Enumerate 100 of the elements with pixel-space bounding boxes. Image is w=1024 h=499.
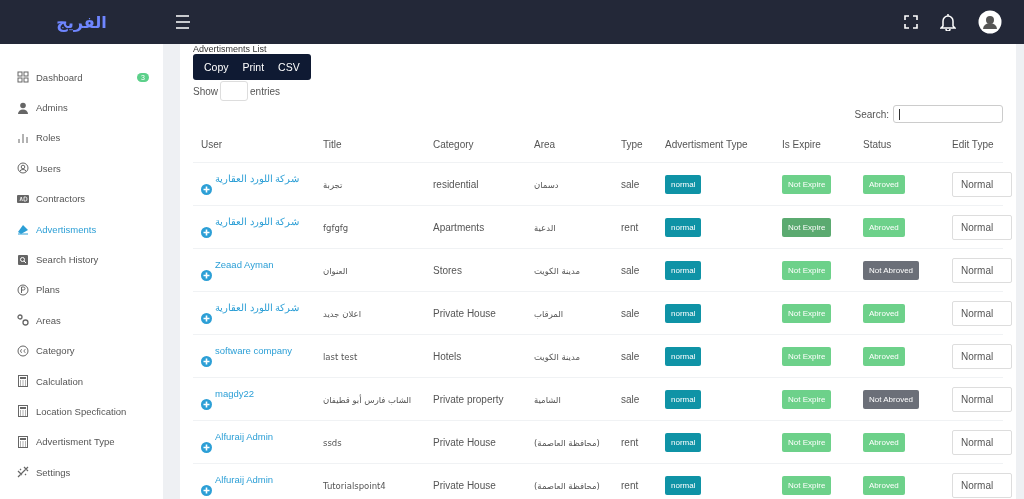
expand-icon[interactable] — [201, 442, 212, 453]
status-tag: Abroved — [863, 432, 905, 452]
expand-icon[interactable] — [201, 184, 212, 195]
table-cell: Apartments — [433, 221, 485, 233]
column-header[interactable]: Area — [534, 139, 556, 150]
type-tag: normal — [665, 432, 702, 452]
column-header[interactable]: Title — [323, 139, 342, 150]
expand-icon[interactable] — [201, 485, 212, 496]
status-tag: Abroved — [863, 303, 905, 323]
sidebar-item[interactable]: Advertisment Type — [0, 426, 163, 458]
column-header[interactable]: Advertisment Type — [665, 139, 748, 150]
ad-icon — [17, 192, 29, 205]
sidebar-item[interactable]: Users — [0, 153, 163, 184]
edit-type-field[interactable]: Normal — [952, 343, 1012, 369]
table-cell: مدينة الكويت — [534, 265, 580, 276]
table-cell: Stores — [433, 264, 462, 276]
table-cell: ssds — [323, 437, 342, 448]
status-tag: Abroved — [863, 475, 905, 495]
type-tag: normal — [665, 174, 702, 194]
sidebar-item[interactable]: Admins — [0, 92, 163, 123]
expire-tag: Not Expire — [782, 432, 832, 452]
table-cell: اعلان جديد — [323, 308, 361, 319]
type-tag: normal — [665, 475, 702, 495]
expand-icon[interactable] — [201, 313, 212, 324]
table-cell: fgfgfg — [323, 222, 349, 233]
table-cell: rent — [621, 221, 639, 233]
table-cell: (محافظة العاصمة) — [534, 437, 600, 448]
expire-tag: Not Expire — [782, 260, 832, 280]
table-cell: الشاب فارس أبو قطيفان — [323, 394, 412, 405]
table-cell: rent — [621, 436, 639, 448]
table-cell: sale — [621, 264, 640, 276]
sidebar-item[interactable]: Settings — [0, 457, 163, 488]
edit-type-field[interactable]: Normal — [952, 171, 1012, 197]
expand-icon[interactable] — [201, 399, 212, 410]
table-cell: دسمان — [534, 179, 559, 190]
search-label: Search: — [854, 108, 889, 120]
edit-type-field[interactable]: Normal — [952, 257, 1012, 283]
table-cell: Private House — [433, 479, 496, 491]
table-cell: sale — [621, 307, 640, 319]
search-field[interactable] — [893, 105, 1003, 123]
table-cell: Hotels — [433, 350, 462, 362]
show-label: Show — [193, 85, 218, 97]
edit-type-field[interactable]: Normal — [952, 429, 1012, 455]
calculator-icon — [17, 375, 29, 388]
column-header[interactable]: Status — [863, 139, 892, 150]
table-cell: المرقاب — [534, 308, 564, 319]
edit-type-field[interactable]: Normal — [952, 472, 1012, 498]
status-tag: Abroved — [863, 217, 905, 237]
type-tag: normal — [665, 389, 702, 409]
table-cell: Private House — [433, 307, 496, 319]
column-header[interactable]: User — [201, 139, 223, 150]
expand-icon[interactable] — [201, 356, 212, 367]
calculator-icon — [17, 405, 29, 418]
search-doc-icon — [17, 253, 29, 266]
bars-icon — [17, 131, 29, 144]
expand-icon[interactable] — [201, 270, 212, 281]
sidebar-item[interactable]: Category — [0, 335, 163, 366]
table-cell: Tutorialspoint4 — [323, 480, 386, 491]
sidebar-item[interactable]: Location Specfication — [0, 396, 163, 427]
expire-tag: Not Expire — [782, 475, 832, 495]
table-cell: Private property — [433, 393, 504, 405]
p-circle-icon — [17, 283, 29, 296]
sidebar-item[interactable]: Plans — [0, 274, 163, 306]
expire-tag: Not Expire — [782, 174, 832, 194]
table-cell: Private House — [433, 436, 496, 448]
column-header[interactable]: Type — [621, 139, 643, 150]
table-cell: sale — [621, 393, 640, 405]
cc-icon — [17, 344, 29, 357]
table-cell: last test — [323, 351, 358, 362]
bell-icon[interactable] — [940, 13, 956, 31]
tools-icon — [17, 466, 29, 479]
status-tag: Not Abroved — [863, 260, 920, 280]
edit-type-field[interactable]: Normal — [952, 386, 1012, 412]
column-header[interactable]: Is Expire — [782, 139, 821, 150]
column-header[interactable]: Edit Type — [952, 139, 994, 150]
avatar-icon[interactable] — [978, 10, 1002, 34]
expire-tag: Not Expire — [782, 389, 832, 409]
column-header[interactable]: Category — [433, 139, 474, 150]
sidebar-item[interactable]: Roles — [0, 122, 163, 154]
user-circle-icon — [17, 162, 29, 175]
expire-tag: Not Expire — [782, 217, 832, 237]
sidebar-item[interactable]: Search History — [0, 244, 163, 275]
fullscreen-icon[interactable] — [904, 15, 918, 29]
type-tag: normal — [665, 303, 702, 323]
edit-type-field[interactable]: Normal — [952, 300, 1012, 326]
table-cell: sale — [621, 178, 640, 190]
card-title: Advertisments List — [193, 44, 268, 54]
table-cell: العنوان — [323, 265, 348, 276]
menu-icon[interactable] — [175, 15, 191, 29]
table-cell: sale — [621, 350, 640, 362]
sidebar-item[interactable]: Calculation — [0, 365, 163, 397]
table-cell: مدينة الكويت — [534, 351, 580, 362]
expand-icon[interactable] — [201, 227, 212, 238]
edit-type-field[interactable]: Normal — [952, 214, 1012, 240]
sidebar-item[interactable]: Contractors — [0, 183, 163, 214]
table-cell: الشامية — [534, 394, 561, 405]
grid-icon — [17, 71, 29, 84]
status-tag: Not Abroved — [863, 389, 920, 409]
status-tag: Abroved — [863, 174, 905, 194]
sidebar-item[interactable]: Areas — [0, 305, 163, 336]
